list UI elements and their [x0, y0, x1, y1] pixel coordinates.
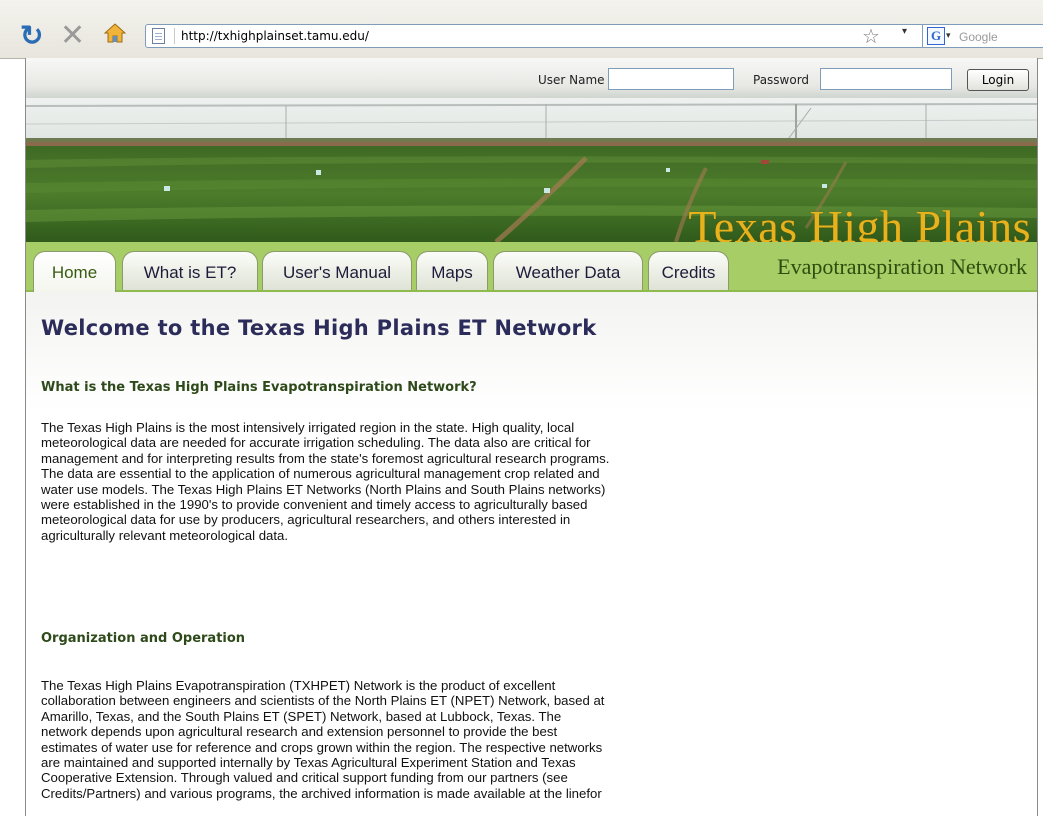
tab-users-manual[interactable]: User's Manual — [262, 251, 412, 290]
web-page: User Name Password Login Texas High Plai… — [25, 58, 1038, 816]
stop-icon[interactable]: ✕ — [60, 21, 85, 51]
main-content: Welcome to the Texas High Plains ET Netw… — [26, 292, 1037, 816]
section-heading: What is the Texas High Plains Evapotrans… — [41, 380, 477, 395]
section-paragraph: The Texas High Plains Evapotranspiration… — [41, 678, 771, 801]
bookmark-star-icon[interactable]: ☆ — [862, 24, 880, 49]
browser-toolbar: ↻ ✕ http://txhighplainset.tamu.edu/ ☆ ▾ … — [0, 0, 1043, 59]
reload-icon[interactable]: ↻ — [20, 22, 43, 50]
username-label: User Name — [538, 73, 605, 87]
section-heading: Organization and Operation — [41, 631, 246, 646]
paragraph-line: meteorological data are needed for accur… — [41, 435, 591, 451]
paragraph-line: network depends upon agricultural resear… — [41, 724, 558, 740]
paragraph-line: collaboration between engineers and scie… — [41, 693, 605, 709]
main-nav: Home What is ET? User's Manual Maps Weat… — [26, 242, 1037, 292]
page-icon — [152, 28, 165, 44]
paragraph-line: agriculturally relevant meteorological d… — [41, 527, 289, 543]
paragraph-line: Amarillo, Texas, and the South Plains ET… — [41, 708, 562, 724]
paragraph-line: management and for interpreting results … — [41, 450, 610, 466]
search-engine-dropdown-icon[interactable]: ▾ — [946, 30, 951, 41]
section-paragraph: The Texas High Plains is the most intens… — [41, 420, 771, 543]
login-button[interactable]: Login — [967, 69, 1029, 91]
header-banner: Texas High Plains — [26, 98, 1037, 242]
site-subtitle: Evapotranspiration Network — [777, 254, 1027, 279]
google-icon[interactable]: G — [927, 27, 945, 45]
paragraph-line: The Texas High Plains is the most intens… — [41, 420, 575, 435]
paragraph-line: estimates of water use for reference and… — [41, 739, 603, 755]
paragraph-line: are maintained and supported internally … — [41, 755, 576, 771]
paragraph-line: Cooperative Extension. Through valued an… — [41, 770, 568, 786]
address-bar[interactable]: http://txhighplainset.tamu.edu/ ☆ ▾ — [145, 24, 933, 48]
login-bar: User Name Password Login — [26, 58, 1037, 98]
tab-home[interactable]: Home — [33, 251, 116, 292]
username-input[interactable] — [608, 68, 734, 90]
url-text[interactable]: http://txhighplainset.tamu.edu/ — [181, 29, 369, 43]
site-title: Texas High Plains — [688, 201, 1031, 243]
password-input[interactable] — [820, 68, 952, 90]
tab-what-is-et[interactable]: What is ET? — [122, 251, 258, 290]
paragraph-line: meteorological data for use by producers… — [41, 512, 571, 528]
page-title: Welcome to the Texas High Plains ET Netw… — [41, 316, 597, 340]
paragraph-line: The data are essential to the applicatio… — [41, 466, 600, 482]
tab-maps[interactable]: Maps — [416, 251, 488, 290]
paragraph-line: water use models. The Texas High Plains … — [41, 481, 606, 497]
paragraph-line: The Texas High Plains Evapotranspiration… — [41, 678, 556, 693]
url-separator — [174, 28, 175, 44]
password-label: Password — [753, 73, 810, 87]
search-bar[interactable]: G ▾ Google — [922, 24, 1043, 48]
paragraph-line: were established in the 1990's to provid… — [41, 497, 588, 513]
paragraph-line: Credits/Partners) and various programs, … — [41, 785, 602, 801]
tab-weather-data[interactable]: Weather Data — [493, 251, 643, 290]
tab-credits[interactable]: Credits — [648, 251, 729, 290]
url-dropdown-icon[interactable]: ▾ — [902, 26, 907, 37]
home-icon[interactable] — [104, 22, 126, 44]
search-placeholder[interactable]: Google — [959, 30, 998, 44]
